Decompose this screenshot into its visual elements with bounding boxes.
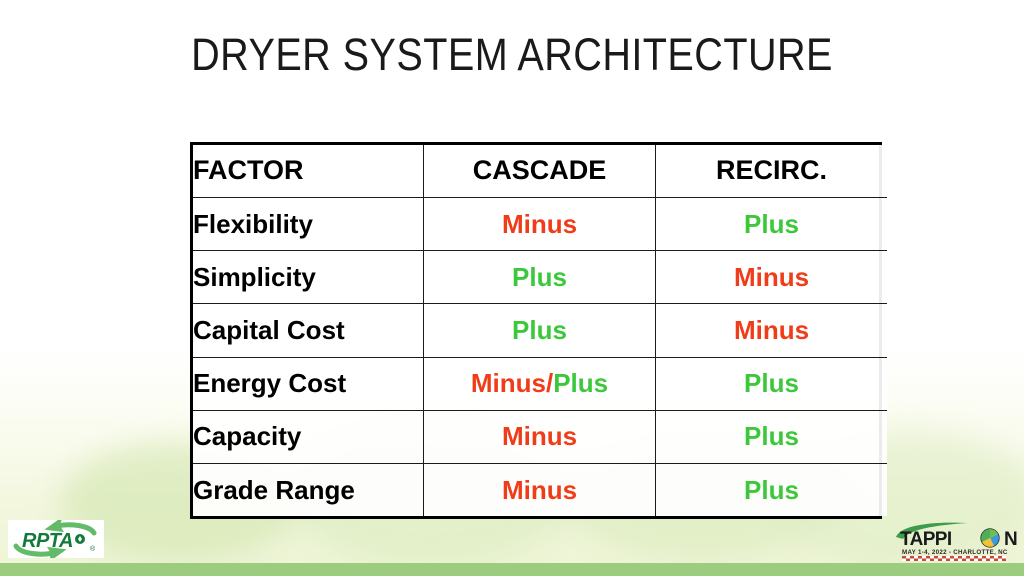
checker-band: [902, 556, 1006, 561]
table: FACTOR CASCADE RECIRC. Flexibility Minus…: [193, 145, 887, 516]
column-header-factor: FACTOR: [193, 145, 424, 198]
svg-text:N: N: [1004, 529, 1018, 550]
comparison-table: FACTOR CASCADE RECIRC. Flexibility Minus…: [190, 142, 887, 519]
rpta-logo: RPTA ®: [8, 520, 104, 558]
cell-cascade: Minus: [423, 463, 656, 516]
cell-cascade: Minus: [423, 196, 656, 252]
table-row: Flexibility Minus Plus: [193, 196, 887, 252]
column-header-cascade: CASCADE: [423, 145, 656, 198]
svg-text:RPTA: RPTA: [22, 530, 73, 552]
tappicon-subtitle: MAY 1-4, 2022 - CHARLOTTE, NC: [902, 549, 1008, 556]
table-row: Capacity Minus Plus: [193, 409, 887, 465]
row-label: Grade Range: [193, 463, 424, 516]
tappicon-logo: TAPPI N MAY 1-4, 2022 - CHARLOTTE, NC: [894, 521, 1020, 563]
tappicon-logo-graphic: TAPPI N MAY 1-4, 2022 - CHARLOTTE, NC: [896, 522, 1018, 561]
table-row: Grade Range Minus Plus: [193, 463, 887, 516]
table-row: Capital Cost Plus Minus: [193, 303, 887, 358]
svg-text:®: ®: [90, 545, 96, 553]
cell-cascade: Plus: [423, 250, 656, 305]
row-label: Flexibility: [193, 196, 424, 252]
row-label: Simplicity: [193, 250, 424, 305]
svg-text:TAPPI: TAPPI: [900, 529, 952, 550]
bottom-accent-bar: [0, 563, 1024, 576]
page-title: DRYER SYSTEM ARCHITECTURE: [191, 29, 833, 80]
table-row: Energy Cost Minus/Plus Plus: [193, 356, 887, 411]
slide-canvas: DRYER SYSTEM ARCHITECTURE FACTOR CASCADE…: [0, 0, 1024, 576]
row-label: Capital Cost: [193, 303, 424, 358]
rpta-logo-graphic: RPTA ®: [8, 520, 104, 558]
row-label: Capacity: [193, 409, 424, 465]
cell-recirc: Plus: [655, 196, 887, 252]
cell-cascade: Minus: [423, 409, 656, 465]
cell-value-minus: Minus: [470, 368, 546, 399]
column-header-recirc: RECIRC.: [655, 145, 887, 198]
cell-cascade: Plus: [423, 303, 656, 358]
table-row: Simplicity Plus Minus: [193, 250, 887, 305]
cell-recirc: Plus: [655, 356, 887, 411]
table-header-row: FACTOR CASCADE RECIRC.: [193, 145, 887, 198]
cell-recirc: Minus: [655, 250, 887, 305]
cell-recirc: Plus: [655, 409, 887, 465]
cell-value-plus: Plus: [553, 368, 609, 399]
row-label: Energy Cost: [193, 356, 424, 411]
cell-cascade: Minus/Plus: [423, 356, 656, 411]
cell-recirc: Minus: [655, 303, 887, 358]
cell-recirc: Plus: [655, 463, 887, 516]
